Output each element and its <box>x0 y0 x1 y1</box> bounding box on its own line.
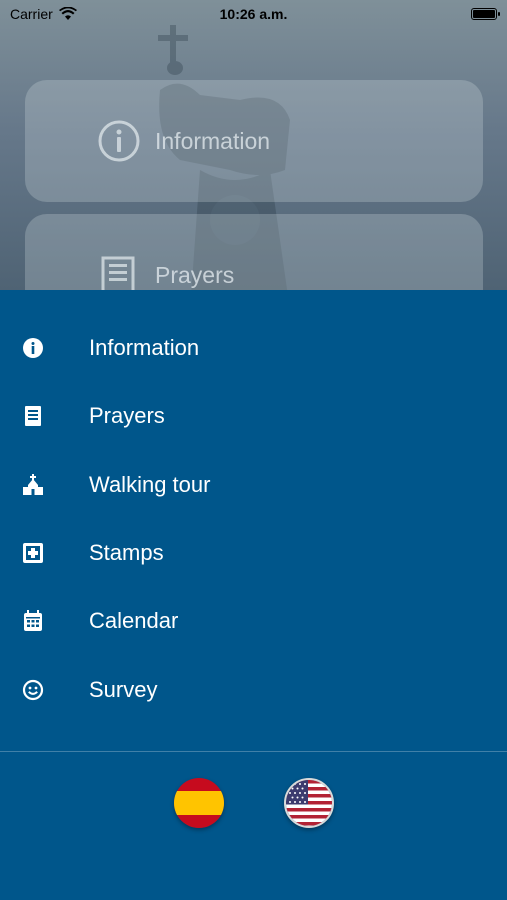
information-card[interactable]: Information <box>25 80 483 202</box>
spanish-flag-icon[interactable] <box>174 778 224 828</box>
info-icon <box>23 338 43 358</box>
stamp-icon <box>23 543 43 563</box>
menu-item-label: Calendar <box>89 608 179 633</box>
menu-item-label: Survey <box>89 677 158 702</box>
us-flag-icon[interactable] <box>284 778 334 828</box>
menu-item-label: Walking tour <box>89 472 211 497</box>
information-card-label: Information <box>155 127 271 154</box>
menu-item-label: Information <box>89 335 200 360</box>
menu-item-label: Stamps <box>89 540 164 565</box>
info-icon <box>98 120 140 162</box>
menu-divider <box>0 751 507 752</box>
prayer-book-icon <box>25 406 41 426</box>
menu-item-information[interactable]: Information <box>0 318 507 378</box>
menu-item-label: Prayers <box>89 403 165 428</box>
status-bar: Carrier 10:26 a.m. <box>0 0 507 28</box>
menu-item-walking-tour[interactable]: Walking tour <box>0 455 507 515</box>
status-time: 10:26 a.m. <box>219 6 288 22</box>
menu-item-prayers[interactable]: Prayers <box>0 386 507 446</box>
wifi-icon <box>58 7 77 20</box>
church-icon <box>23 474 43 495</box>
prayers-card-label: Prayers <box>155 261 235 288</box>
menu-item-stamps[interactable]: Stamps <box>0 523 507 583</box>
carrier-label: Carrier <box>10 6 53 22</box>
menu-item-survey[interactable]: Survey <box>0 660 507 720</box>
menu-item-calendar[interactable]: Calendar <box>0 591 507 651</box>
smiley-icon <box>22 679 44 701</box>
calendar-icon <box>24 610 42 631</box>
battery-icon <box>471 8 500 20</box>
navigation-menu: Information Prayers Walking tour Stamps <box>0 290 507 900</box>
